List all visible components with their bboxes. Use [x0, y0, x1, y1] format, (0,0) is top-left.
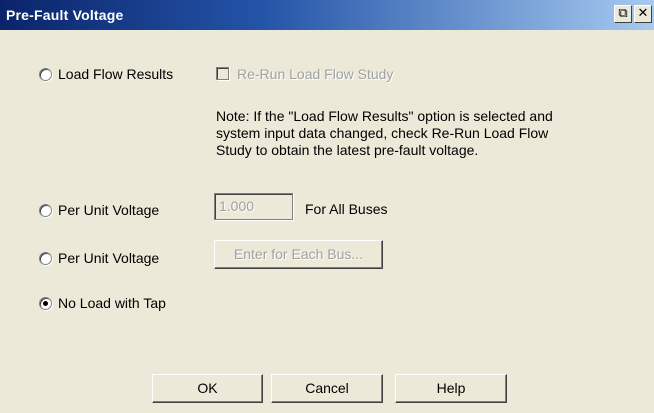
enter-for-each-bus-button[interactable]: Enter for Each Bus... [214, 240, 383, 269]
restore-icon[interactable]: ⧉ [614, 5, 632, 23]
radio-label: Per Unit Voltage [58, 250, 160, 266]
radio-button[interactable] [39, 68, 52, 81]
radio-button[interactable] [39, 252, 52, 265]
help-button[interactable]: Help [395, 374, 507, 403]
radio-selected-dot [43, 301, 48, 306]
close-icon[interactable]: ✕ [634, 5, 652, 23]
radio-button[interactable] [39, 297, 52, 310]
note-line: system input data changed, check Re-Run … [216, 125, 549, 141]
checkbox-label: Re-Run Load Flow Study [237, 66, 394, 82]
note-line: Note: If the "Load Flow Results" option … [216, 108, 553, 124]
cancel-button[interactable]: Cancel [271, 374, 383, 403]
title-bar: Pre-Fault Voltage ⧉ ✕ [0, 0, 654, 30]
per-unit-voltage-input[interactable]: 1.000 [214, 193, 293, 220]
ok-button[interactable]: OK [152, 374, 263, 403]
for-all-buses-label: For All Buses [305, 201, 388, 217]
checkbox[interactable] [216, 67, 229, 80]
radio-button[interactable] [39, 204, 52, 217]
note-line: Study to obtain the latest pre-fault vol… [216, 142, 479, 158]
radio-label: Load Flow Results [58, 66, 174, 82]
note-text: Note: If the "Load Flow Results" option … [216, 108, 636, 159]
radio-label: No Load with Tap [58, 295, 166, 311]
pre-fault-voltage-dialog: Pre-Fault Voltage ⧉ ✕ Load Flow Results … [0, 0, 654, 413]
radio-label: Per Unit Voltage [58, 202, 160, 218]
window-title: Pre-Fault Voltage [6, 7, 124, 23]
